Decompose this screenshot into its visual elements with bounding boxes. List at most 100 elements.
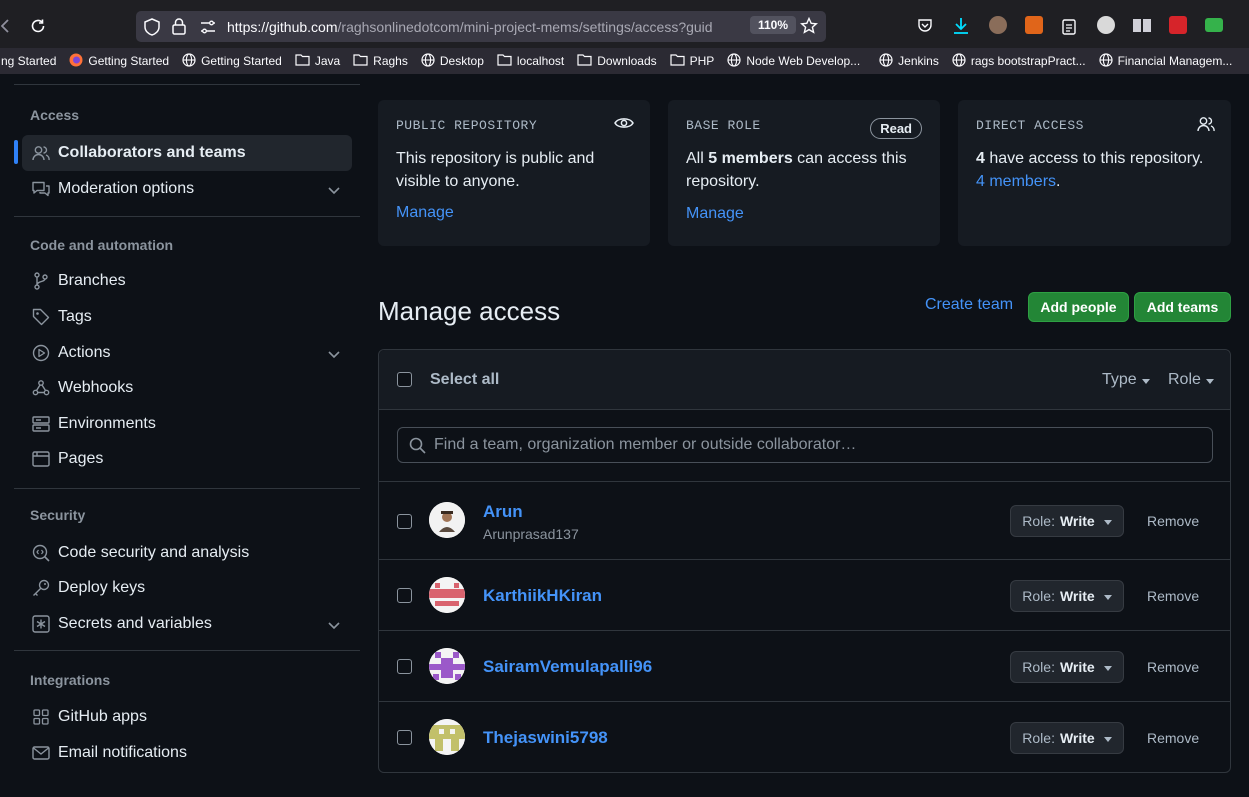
card-title: DIRECT ACCESS xyxy=(976,118,1084,133)
tracking-shield-icon[interactable] xyxy=(144,18,160,41)
caret-down-icon xyxy=(1103,594,1112,600)
reload-icon[interactable] xyxy=(28,16,48,36)
sidebar-item-secrets[interactable]: Secrets and variables xyxy=(22,606,352,642)
row-checkbox[interactable] xyxy=(397,588,412,603)
lock-icon[interactable] xyxy=(172,18,186,40)
bookmark-item[interactable]: Financial Managem... xyxy=(1098,52,1232,70)
collaborator-row: Arun Arunprasad137 Role: Write Remove xyxy=(379,482,1230,560)
caret-down-icon xyxy=(1141,378,1150,384)
bookmark-folder[interactable]: localhost xyxy=(497,53,564,69)
sidebar-item-branches[interactable]: Branches xyxy=(22,263,352,299)
sidebar-item-actions[interactable]: Actions xyxy=(22,335,352,371)
pocket-icon[interactable] xyxy=(916,17,934,35)
bookmarks-bar: ng Started Getting Started Getting Start… xyxy=(0,48,1249,74)
type-filter[interactable]: Type xyxy=(1102,371,1150,389)
sidebar-item-deploy-keys[interactable]: Deploy keys xyxy=(22,570,352,606)
search-input[interactable] xyxy=(434,436,1194,454)
globe-icon xyxy=(952,52,966,70)
chevron-down-icon[interactable] xyxy=(328,617,340,635)
extension-green-icon[interactable] xyxy=(1205,18,1223,32)
downloads-icon[interactable] xyxy=(952,16,970,36)
bookmark-item[interactable]: Jenkins xyxy=(879,52,939,70)
avatar[interactable] xyxy=(429,577,465,613)
bookmark-folder[interactable]: Downloads xyxy=(577,53,657,69)
chevron-down-icon[interactable] xyxy=(328,182,340,200)
collaborator-name-link[interactable]: KarthiikHKiran xyxy=(483,586,602,606)
manage-visibility-link[interactable]: Manage xyxy=(396,204,454,222)
avatar[interactable] xyxy=(429,502,465,538)
globe-icon xyxy=(421,52,435,70)
clipboard-icon[interactable] xyxy=(1061,16,1077,35)
row-checkbox[interactable] xyxy=(397,730,412,745)
folder-icon xyxy=(497,53,512,69)
sidebar-item-tags[interactable]: Tags xyxy=(22,299,352,335)
bookmark-item[interactable]: ng Started xyxy=(1,54,56,68)
bookmark-item[interactable]: rags bootstrapPract... xyxy=(952,52,1086,70)
folder-icon xyxy=(670,53,685,69)
chevron-down-icon[interactable] xyxy=(328,346,340,364)
collaborator-name-link[interactable]: Arun xyxy=(483,502,523,522)
add-people-button[interactable]: Add people xyxy=(1028,292,1129,322)
sidebar-item-collaborators[interactable]: Collaborators and teams xyxy=(22,135,352,171)
remove-button[interactable]: Remove xyxy=(1147,588,1199,604)
row-checkbox[interactable] xyxy=(397,514,412,529)
extension-puzzle-icon[interactable] xyxy=(1097,16,1115,34)
search-icon xyxy=(409,437,426,454)
role-filter[interactable]: Role xyxy=(1168,371,1214,389)
caret-down-icon xyxy=(1103,665,1112,671)
members-link[interactable]: 4 members xyxy=(976,173,1056,190)
bookmark-folder[interactable]: PHP xyxy=(670,53,714,69)
role-dropdown[interactable]: Role: Write xyxy=(1010,722,1124,754)
bookmark-folder[interactable]: Java xyxy=(295,53,340,69)
avatar[interactable] xyxy=(429,719,465,755)
remove-button[interactable]: Remove xyxy=(1147,513,1199,529)
bookmark-item[interactable]: Getting Started xyxy=(69,53,169,70)
extension-orange-icon[interactable] xyxy=(1025,16,1043,34)
bookmark-star-icon[interactable] xyxy=(800,16,818,40)
permissions-icon[interactable] xyxy=(200,20,216,39)
sidebar-item-label: Code security and analysis xyxy=(58,544,250,561)
sidebar-item-environments[interactable]: Environments xyxy=(22,406,352,442)
sidebar-item-pages[interactable]: Pages xyxy=(22,441,352,477)
collaborator-name-link[interactable]: Thejaswini5798 xyxy=(483,728,608,748)
zoom-level[interactable]: 110% xyxy=(750,16,797,34)
bookmark-item[interactable]: Getting Started xyxy=(182,52,282,70)
sidebar-item-github-apps[interactable]: GitHub apps xyxy=(22,699,352,735)
row-checkbox[interactable] xyxy=(397,659,412,674)
remove-button[interactable]: Remove xyxy=(1147,730,1199,746)
card-text: All 5 members can access this repository… xyxy=(686,150,907,190)
collaborator-name-link[interactable]: SairamVemulapalli96 xyxy=(483,657,652,677)
sidebar-item-webhooks[interactable]: Webhooks xyxy=(22,370,352,406)
account-avatar-icon[interactable] xyxy=(989,16,1007,34)
back-icon[interactable] xyxy=(0,17,10,35)
tag-icon xyxy=(32,308,50,326)
extension-red-icon[interactable] xyxy=(1169,16,1187,34)
url-bar[interactable]: https://github.com/raghsonlinedotcom/min… xyxy=(136,11,826,42)
remove-button[interactable]: Remove xyxy=(1147,659,1199,675)
sidebar-item-label: Tags xyxy=(58,308,92,325)
bookmark-folder[interactable]: Raghs xyxy=(353,53,408,69)
mail-icon xyxy=(32,744,50,762)
avatar[interactable] xyxy=(429,648,465,684)
browser-icon xyxy=(32,450,50,468)
create-team-link[interactable]: Create team xyxy=(925,296,1013,314)
sidebar-item-label: Email notifications xyxy=(58,744,187,761)
role-dropdown[interactable]: Role: Write xyxy=(1010,505,1124,537)
add-teams-button[interactable]: Add teams xyxy=(1134,292,1231,322)
sidebar-item-moderation[interactable]: Moderation options xyxy=(22,171,352,207)
select-all-checkbox[interactable] xyxy=(397,372,412,387)
role-dropdown[interactable]: Role: Write xyxy=(1010,580,1124,612)
bookmark-item[interactable]: Desktop xyxy=(421,52,484,70)
card-title: PUBLIC REPOSITORY xyxy=(396,118,538,133)
active-indicator xyxy=(14,140,18,164)
bookmark-item[interactable]: Node Web Develop... xyxy=(727,52,860,70)
search-field[interactable] xyxy=(397,427,1213,463)
sidebar-item-code-security[interactable]: Code security and analysis xyxy=(22,535,352,571)
manage-base-role-link[interactable]: Manage xyxy=(686,205,744,223)
reader-view-icon[interactable] xyxy=(1132,18,1152,33)
url-text[interactable]: https://github.com/raghsonlinedotcom/min… xyxy=(227,19,747,35)
base-role-card: BASE ROLE Read All 5 members can access … xyxy=(668,100,940,246)
role-dropdown[interactable]: Role: Write xyxy=(1010,651,1124,683)
sidebar-item-email-notifications[interactable]: Email notifications xyxy=(22,735,352,771)
select-all-label[interactable]: Select all xyxy=(430,371,499,389)
